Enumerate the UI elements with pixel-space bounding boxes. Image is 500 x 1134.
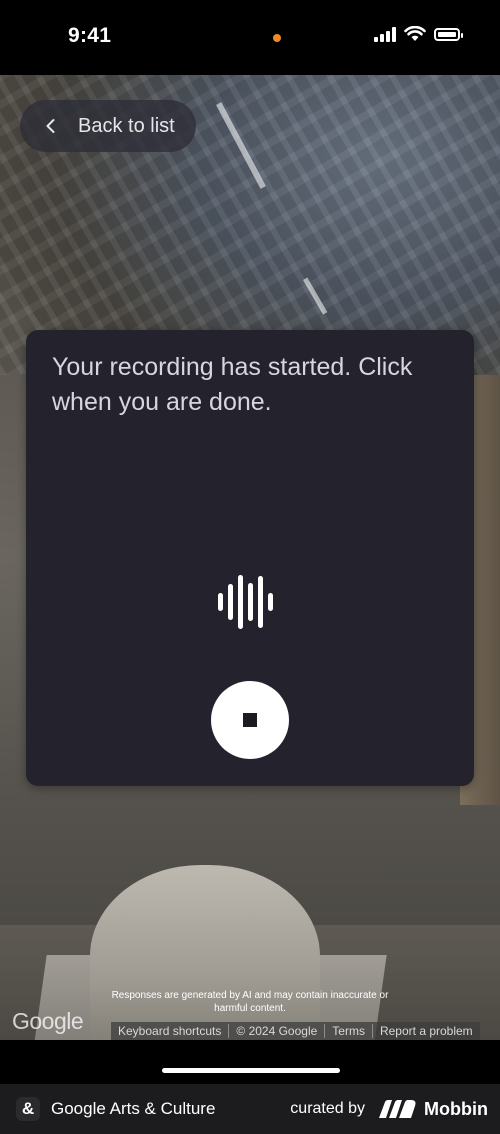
ai-disclaimer: Responses are generated by AI and may co… xyxy=(111,990,389,1014)
home-indicator[interactable] xyxy=(162,1068,340,1073)
home-indicator-area xyxy=(0,1040,500,1084)
battery-icon xyxy=(434,27,463,41)
audio-waveform-icon xyxy=(218,574,273,630)
status-bar: 9:41 xyxy=(0,0,500,75)
report-problem-link[interactable]: Report a problem xyxy=(371,1024,480,1038)
app-name: Google Arts & Culture xyxy=(51,1099,216,1118)
wifi-icon xyxy=(404,26,426,41)
app-icon: & xyxy=(16,1097,40,1121)
status-icons xyxy=(374,26,463,42)
cellular-signal-icon xyxy=(374,26,396,42)
recording-panel: Your recording has started. Click when y… xyxy=(26,330,474,786)
curated-by-label: curated by xyxy=(290,1100,366,1117)
google-logo: Google xyxy=(12,1008,84,1034)
chevron-left-icon xyxy=(46,119,55,133)
back-label: Back to list xyxy=(78,114,175,137)
attribution-bar: & Google Arts & Culture curated by Mobbi… xyxy=(0,1084,500,1134)
mobbin-name: Mobbin xyxy=(424,1098,488,1119)
back-to-list-button[interactable]: Back to list xyxy=(20,100,196,152)
privacy-indicator-dot xyxy=(273,34,281,42)
mobbin-brand: Mobbin xyxy=(379,1099,488,1120)
stop-recording-button[interactable] xyxy=(211,681,289,759)
status-time: 9:41 xyxy=(68,24,112,47)
terms-link[interactable]: Terms xyxy=(324,1024,372,1038)
recording-message: Your recording has started. Click when y… xyxy=(52,353,413,416)
copyright-text: © 2024 Google xyxy=(228,1024,324,1038)
stop-square-icon xyxy=(243,713,257,727)
map-footer: Keyboard shortcuts © 2024 Google Terms R… xyxy=(111,1022,480,1040)
keyboard-shortcuts-link[interactable]: Keyboard shortcuts xyxy=(111,1024,228,1038)
mobbin-logo-icon xyxy=(379,1100,416,1118)
